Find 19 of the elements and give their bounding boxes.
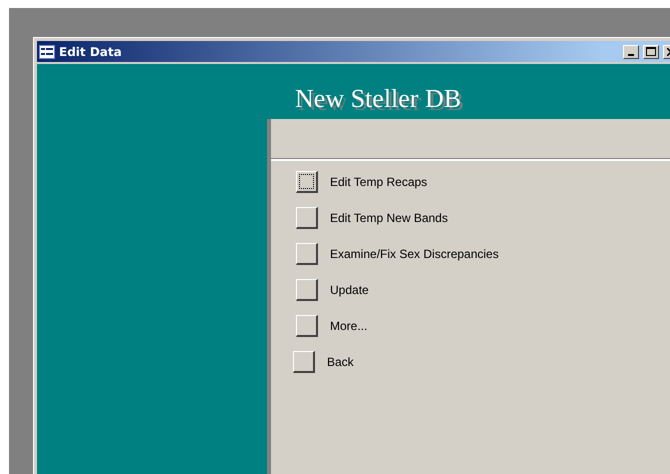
menu-label: Edit Temp Recaps bbox=[330, 175, 428, 189]
menu-label: Back bbox=[327, 355, 354, 369]
minimize-button[interactable] bbox=[623, 44, 639, 58]
maximize-button[interactable] bbox=[643, 44, 659, 58]
window-title: Edit Data bbox=[59, 44, 123, 58]
minimize-icon bbox=[628, 54, 634, 56]
menu-button[interactable] bbox=[296, 279, 318, 301]
form-icon bbox=[39, 44, 55, 58]
menu-label: Update bbox=[330, 283, 369, 297]
menu-label: Edit Temp New Bands bbox=[330, 211, 448, 225]
menu-button[interactable] bbox=[296, 315, 318, 337]
menu-button[interactable] bbox=[296, 171, 318, 193]
maximize-icon bbox=[646, 47, 656, 56]
form-heading: New Steller DB bbox=[295, 84, 462, 113]
menu-label: More... bbox=[330, 319, 368, 333]
back-button[interactable] bbox=[293, 351, 315, 373]
menu-button[interactable] bbox=[296, 243, 318, 265]
menu-button[interactable] bbox=[296, 207, 318, 229]
menu-label: Examine/Fix Sex Discrepancies bbox=[330, 247, 499, 261]
